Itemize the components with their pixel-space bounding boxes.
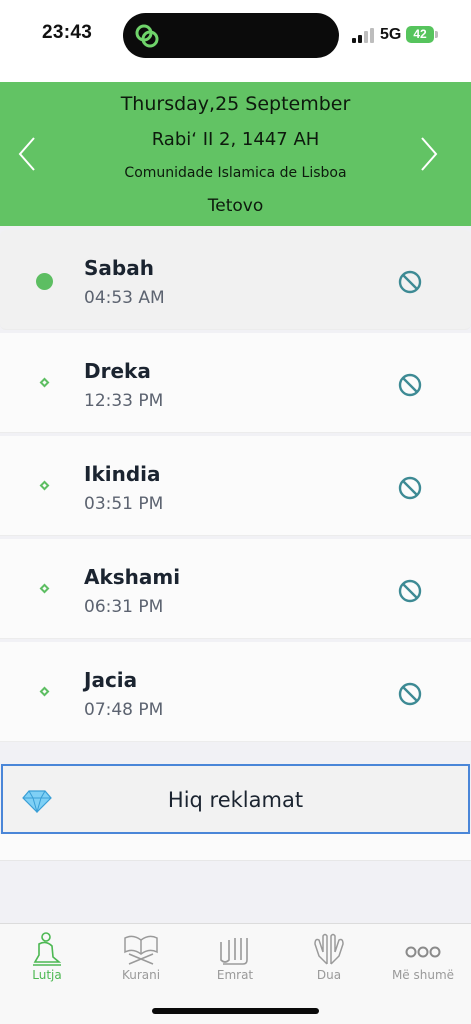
prayer-marker-icon [39, 583, 50, 594]
prayer-time: 06:31 PM [84, 597, 164, 617]
notification-off-icon[interactable] [398, 476, 422, 500]
allah-calligraphy-icon [220, 938, 248, 965]
remove-ads-button[interactable]: Hiq reklamat [1, 764, 470, 834]
cellular-signal-icon [352, 27, 374, 43]
remove-ads-label: Hiq reklamat [167, 788, 304, 812]
status-time: 23:43 [42, 22, 93, 43]
date-header: Thursday,25 September Rabiʻ II 2, 1447 A… [0, 82, 471, 226]
prayer-marker-icon [39, 480, 50, 491]
battery-icon: 42 [406, 26, 434, 43]
prayer-time: 03:51 PM [84, 494, 164, 514]
hijri-date: Rabiʻ II 2, 1447 AH [151, 129, 320, 150]
quran-stand-icon [124, 935, 158, 965]
prayer-name: Sabah [84, 256, 154, 280]
prayer-row-sabah[interactable]: Sabah 04:53 AM [0, 230, 471, 330]
gregorian-date: Thursday,25 September [120, 93, 351, 115]
prayer-row-akshami[interactable]: Akshami 06:31 PM [0, 539, 471, 639]
divider-strip [0, 834, 471, 861]
prayer-row-dreka[interactable]: Dreka 12:33 PM [0, 333, 471, 433]
prayer-name: Akshami [84, 565, 181, 589]
link-activity-icon [135, 24, 159, 48]
tab-dua[interactable]: Dua [282, 924, 376, 994]
tab-label: Dua [316, 968, 342, 982]
tab-label: Më shumë [391, 968, 455, 982]
praying-person-icon [33, 932, 62, 966]
prayer-time: 04:53 AM [84, 288, 165, 308]
tab-emrat[interactable]: Emrat [188, 924, 282, 994]
next-day-chevron-icon[interactable] [418, 134, 440, 174]
prayer-row-jacia[interactable]: Jacia 07:48 PM [0, 642, 471, 742]
battery-tip [435, 31, 438, 38]
current-prayer-indicator [36, 273, 53, 290]
tab-label: Kurani [121, 968, 161, 982]
calculation-source: Comunidade Islamica de Lisboa [124, 165, 347, 181]
more-dots-icon [405, 946, 441, 958]
prayer-row-ikindia[interactable]: Ikindia 03:51 PM [0, 436, 471, 536]
tab-label: Lutja [32, 968, 62, 982]
tab-lutja[interactable]: Lutja [0, 924, 94, 994]
home-indicator[interactable] [152, 1008, 319, 1014]
tab-me-shume[interactable]: Më shumë [376, 924, 470, 994]
prayer-marker-icon [39, 377, 50, 388]
notification-off-icon[interactable] [398, 682, 422, 706]
city-name[interactable]: Tetovo [0, 196, 471, 216]
dynamic-island [123, 13, 339, 58]
notification-off-icon[interactable] [398, 373, 422, 397]
network-type: 5G [380, 26, 402, 43]
notification-off-icon[interactable] [398, 579, 422, 603]
prayer-name: Dreka [84, 359, 151, 383]
tab-kurani[interactable]: Kurani [94, 924, 188, 994]
praying-hands-icon [314, 933, 344, 965]
status-bar: 23:43 5G 42 [0, 0, 471, 82]
prayer-marker-icon [39, 686, 50, 697]
prayer-name: Ikindia [84, 462, 161, 486]
prayer-time: 07:48 PM [84, 700, 164, 720]
prayer-name: Jacia [84, 668, 138, 692]
notification-off-icon[interactable] [398, 270, 422, 294]
prayer-time: 12:33 PM [84, 391, 164, 411]
tab-label: Emrat [216, 968, 254, 982]
